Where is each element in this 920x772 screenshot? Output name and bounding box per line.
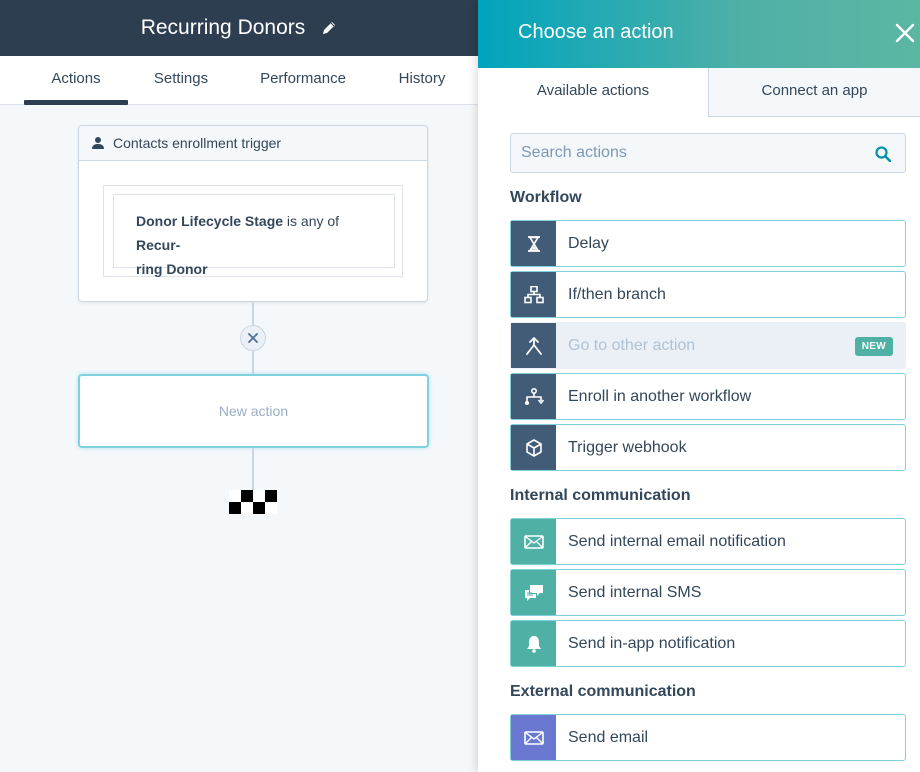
- chat-bubbles-icon: [511, 570, 556, 615]
- envelope-icon: [511, 715, 556, 760]
- action-go-to-other-action[interactable]: Go to other action NEW: [510, 322, 906, 369]
- new-action-card[interactable]: New action: [78, 374, 429, 448]
- section-external-communication: External communication: [510, 683, 696, 700]
- section-workflow: Workflow: [510, 189, 582, 206]
- action-label: Go to other action: [568, 337, 696, 354]
- tab-actions[interactable]: Actions: [24, 56, 128, 104]
- workflow-canvas: Recurring Donors Actions Settings Perfor…: [0, 0, 478, 772]
- action-label: Delay: [568, 235, 609, 252]
- close-icon: [895, 23, 915, 43]
- action-trigger-webhook[interactable]: Trigger webhook: [510, 424, 906, 471]
- action-if-then-branch[interactable]: If/then branch: [510, 271, 906, 318]
- enrollment-trigger-card[interactable]: Contacts enrollment trigger Donor Lifecy…: [78, 125, 428, 302]
- trigger-header: Contacts enrollment trigger: [79, 126, 427, 161]
- action-label: Send internal SMS: [568, 584, 702, 601]
- filter-property: Donor Lifecycle Stage: [136, 213, 284, 229]
- action-label: Send in-app notification: [568, 635, 736, 652]
- filter-value-line1: Recur-: [136, 237, 181, 253]
- tab-performance[interactable]: Performance: [248, 56, 358, 104]
- trigger-filter-group: Donor Lifecycle Stage is any of Recur-ri…: [103, 185, 403, 277]
- active-tab-indicator: [24, 100, 128, 105]
- bell-icon: [511, 621, 556, 666]
- action-send-email[interactable]: Send email: [510, 714, 906, 761]
- action-label: Send email: [568, 729, 649, 746]
- connector-line: [252, 448, 254, 490]
- tab-available-actions[interactable]: Available actions: [478, 68, 708, 117]
- person-icon: [91, 136, 105, 150]
- close-panel-button[interactable]: [894, 22, 916, 44]
- merge-arrow-icon: [511, 323, 556, 368]
- tab-history[interactable]: History: [386, 56, 458, 104]
- cube-icon: [511, 425, 556, 470]
- section-internal-communication: Internal communication: [510, 487, 691, 504]
- workflow-header: Recurring Donors: [0, 0, 478, 56]
- close-icon: [248, 333, 258, 343]
- tab-connect-app[interactable]: Connect an app: [708, 68, 920, 117]
- action-send-in-app-notification[interactable]: Send in-app notification: [510, 620, 906, 667]
- tab-settings[interactable]: Settings: [140, 56, 222, 104]
- panel-header: Choose an action: [478, 0, 920, 68]
- new-badge: NEW: [854, 337, 893, 356]
- trigger-filter[interactable]: Donor Lifecycle Stage is any of Recur-ri…: [113, 194, 395, 277]
- connector-line: [252, 302, 254, 325]
- enroll-workflow-icon: [511, 374, 556, 419]
- workflow-tabs: Actions Settings Performance History: [0, 56, 478, 105]
- trigger-header-label: Contacts enrollment trigger: [113, 135, 282, 151]
- workflow-title: Recurring Donors: [140, 16, 306, 39]
- action-label: Enroll in another workflow: [568, 388, 752, 405]
- panel-title: Choose an action: [518, 21, 674, 43]
- new-action-label: New action: [218, 403, 289, 419]
- action-label: If/then branch: [568, 286, 666, 303]
- filter-value-line2: ring Donor: [136, 261, 208, 277]
- action-enroll-in-another-workflow[interactable]: Enroll in another workflow: [510, 373, 906, 420]
- pencil-icon[interactable]: [321, 20, 337, 36]
- action-label: Send internal email notification: [568, 533, 786, 550]
- search-icon[interactable]: [875, 146, 892, 163]
- hourglass-icon: [511, 221, 556, 266]
- action-label: Trigger webhook: [568, 439, 687, 456]
- branch-icon: [511, 272, 556, 317]
- connector-line: [252, 351, 254, 374]
- action-delay[interactable]: Delay: [510, 220, 906, 267]
- envelope-icon: [511, 519, 556, 564]
- action-send-internal-email-notification[interactable]: Send internal email notification: [510, 518, 906, 565]
- remove-action-button[interactable]: [240, 325, 266, 351]
- action-send-internal-sms[interactable]: Send internal SMS: [510, 569, 906, 616]
- search-box: [510, 133, 906, 173]
- choose-action-panel: Choose an action Available actions Conne…: [478, 0, 920, 772]
- finish-flag-icon: [229, 490, 277, 514]
- filter-operator: is any of: [283, 213, 340, 229]
- search-input[interactable]: [511, 134, 861, 172]
